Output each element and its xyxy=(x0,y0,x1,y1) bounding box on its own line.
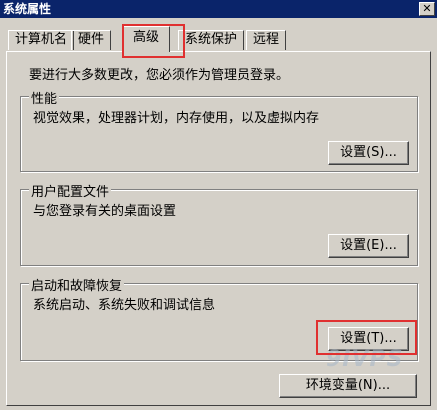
user-profiles-description: 与您登录有关的桌面设置 xyxy=(33,204,177,219)
performance-settings-button[interactable]: 设置(S)... xyxy=(328,141,409,165)
close-button[interactable]: ✕ xyxy=(419,2,435,16)
tab-advanced[interactable]: 高级 xyxy=(122,26,171,52)
tab-computer-name[interactable]: 计算机名 xyxy=(8,30,75,50)
performance-group: 性能 视觉效果，处理器计划，内存使用，以及虚拟内存 设置(S)... xyxy=(20,88,418,172)
user-profiles-group-title: 用户配置文件 xyxy=(29,181,112,200)
performance-group-title: 性能 xyxy=(29,88,60,107)
admin-note: 要进行大多数更改，您必须作为管理员登录。 xyxy=(29,68,290,83)
tab-system-protection[interactable]: 系统保护 xyxy=(178,30,245,50)
environment-variables-button[interactable]: 环境变量(N)... xyxy=(279,374,417,398)
title-bar: 系统属性 ✕ xyxy=(0,0,437,18)
startup-recovery-group-title: 启动和故障恢复 xyxy=(29,275,125,294)
user-profiles-settings-button[interactable]: 设置(E)... xyxy=(328,234,409,258)
user-profiles-group: 用户配置文件 与您登录有关的桌面设置 设置(E)... xyxy=(20,181,418,266)
performance-description: 视觉效果，处理器计划，内存使用，以及虚拟内存 xyxy=(33,111,320,126)
tab-remote[interactable]: 远程 xyxy=(246,30,287,50)
tab-strip: 计算机名 硬件 高级 系统保护 远程 xyxy=(8,26,428,52)
startup-recovery-description: 系统启动、系统失败和调试信息 xyxy=(33,298,216,313)
window-title: 系统属性 xyxy=(3,2,52,16)
close-icon: ✕ xyxy=(422,2,432,15)
tab-hardware[interactable]: 硬件 xyxy=(71,30,112,50)
watermark-logo: 9IVPS xyxy=(326,347,404,372)
